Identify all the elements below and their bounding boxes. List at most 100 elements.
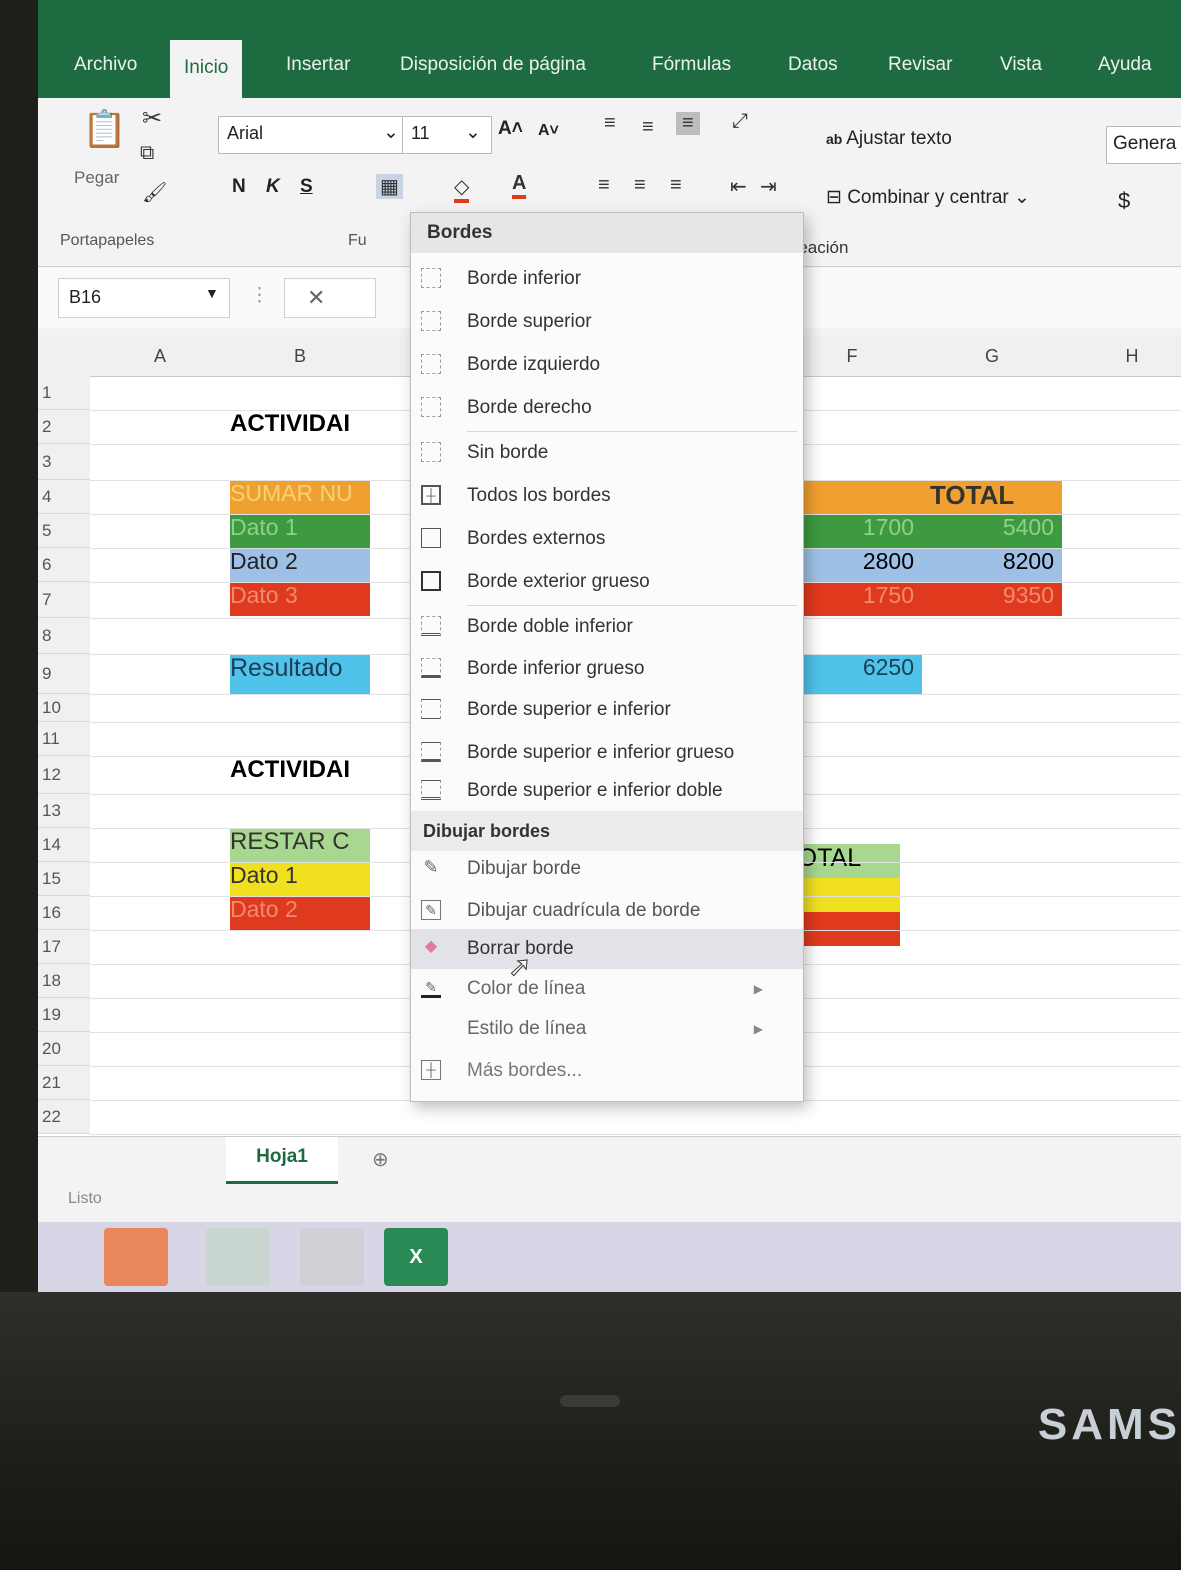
column-header-a[interactable]: A xyxy=(90,336,231,377)
menu-item-borde-superior[interactable]: Borde superior xyxy=(411,302,803,342)
cell-b9[interactable]: Resultado xyxy=(230,654,370,694)
sheet-tab-hoja1[interactable]: Hoja1 xyxy=(226,1137,338,1184)
borders-icon[interactable]: ▦ xyxy=(376,174,403,199)
scissors-icon[interactable]: ✂ xyxy=(142,104,162,133)
browser-taskbar-icon[interactable] xyxy=(104,1228,168,1286)
copy-icon[interactable]: ⧉ xyxy=(140,142,154,165)
align-middle-icon[interactable]: ≡ xyxy=(642,116,654,139)
cell-b6[interactable]: Dato 2 xyxy=(230,548,370,582)
menu-item-sin-borde[interactable]: Sin borde xyxy=(411,433,803,473)
tab-archivo[interactable]: Archivo xyxy=(74,54,137,76)
italic-button[interactable]: K xyxy=(266,176,280,198)
menu-item-color-de-linea[interactable]: ✎ Color de línea ▶ xyxy=(411,969,803,1009)
cell-g4[interactable]: TOTAL xyxy=(922,480,1062,514)
row-header[interactable]: 19 xyxy=(38,998,90,1032)
row-header[interactable]: 4 xyxy=(38,480,90,514)
menu-item-dibujar-borde[interactable]: ✎ Dibujar borde xyxy=(411,849,803,889)
font-size-box[interactable]: 11 ⌄ xyxy=(402,116,492,154)
add-sheet-icon[interactable]: ⊕ xyxy=(372,1147,389,1172)
currency-button[interactable]: $ xyxy=(1118,188,1130,214)
row-header[interactable]: 13 xyxy=(38,794,90,828)
align-top-icon[interactable]: ≡ xyxy=(604,112,616,135)
cell-b15[interactable]: Dato 1 xyxy=(230,862,370,896)
cell-g7[interactable]: 9350 xyxy=(922,582,1062,616)
align-left-icon[interactable]: ≡ xyxy=(598,174,610,197)
tab-revisar[interactable]: Revisar xyxy=(888,54,952,76)
menu-item-borrar-borde[interactable]: ◆ Borrar borde xyxy=(411,929,803,969)
row-header[interactable]: 21 xyxy=(38,1066,90,1100)
grow-font-icon[interactable]: A˄ xyxy=(498,118,523,140)
row-header[interactable]: 9 xyxy=(38,654,90,694)
cell-b12[interactable]: ACTIVIDAI xyxy=(230,756,370,790)
menu-item-borde-superior-inferior-doble[interactable]: Borde superior e inferior doble xyxy=(411,771,803,811)
column-header-h[interactable]: H xyxy=(1062,336,1181,377)
row-header[interactable]: 2 xyxy=(38,410,90,444)
tab-disposicion[interactable]: Disposición de página xyxy=(400,54,586,76)
cell-b16[interactable]: Dato 2 xyxy=(230,896,370,930)
cell-g6[interactable]: 8200 xyxy=(922,548,1062,582)
menu-item-bordes-externos[interactable]: Bordes externos xyxy=(411,519,803,559)
menu-item-borde-superior-inferior-grueso[interactable]: Borde superior e inferior grueso xyxy=(411,733,803,773)
menu-item-todos-los-bordes[interactable]: ┼ Todos los bordes xyxy=(411,476,803,516)
row-header[interactable]: 20 xyxy=(38,1032,90,1066)
cancel-entry-button[interactable]: ✕ xyxy=(284,278,376,318)
menu-item-borde-exterior-grueso[interactable]: Borde exterior grueso xyxy=(411,562,803,602)
format-painter-icon[interactable]: 🖌 xyxy=(142,180,167,205)
wrap-text-button[interactable]: ab Ajustar texto xyxy=(826,128,952,150)
row-header[interactable]: 5 xyxy=(38,514,90,548)
files-taskbar-icon[interactable] xyxy=(206,1228,270,1286)
column-header-g[interactable]: G xyxy=(922,336,1063,377)
row-header[interactable]: 3 xyxy=(38,444,90,480)
increase-indent-icon[interactable]: ⇥ xyxy=(760,174,777,199)
align-bottom-icon[interactable]: ≡ xyxy=(676,112,700,135)
font-color-icon[interactable]: A xyxy=(512,172,527,199)
row-header[interactable]: 10 xyxy=(38,694,90,722)
row-header[interactable]: 12 xyxy=(38,756,90,794)
decrease-indent-icon[interactable]: ⇤ xyxy=(730,174,747,199)
cell-g5[interactable]: 5400 xyxy=(922,514,1062,548)
menu-item-borde-superior-inferior[interactable]: Borde superior e inferior xyxy=(411,690,803,730)
row-header[interactable]: 11 xyxy=(38,722,90,756)
tab-inicio[interactable]: Inicio xyxy=(170,40,243,98)
align-right-icon[interactable]: ≡ xyxy=(670,174,682,197)
menu-item-borde-derecho[interactable]: Borde derecho xyxy=(411,388,803,428)
menu-item-borde-inferior-grueso[interactable]: Borde inferior grueso xyxy=(411,649,803,689)
orientation-icon[interactable]: ⤢ xyxy=(732,110,748,133)
column-header-b[interactable]: B xyxy=(230,336,371,377)
paste-label[interactable]: Pegar xyxy=(74,168,119,188)
cell-b5[interactable]: Dato 1 xyxy=(230,514,370,548)
tab-ayuda[interactable]: Ayuda xyxy=(1098,54,1152,76)
number-format-box[interactable]: Genera xyxy=(1106,126,1181,164)
merge-center-button[interactable]: ⊟ Combinar y centrar ⌄ xyxy=(826,186,1030,209)
tab-datos[interactable]: Datos xyxy=(788,54,838,76)
menu-item-borde-doble-inferior[interactable]: Borde doble inferior xyxy=(411,607,803,647)
tab-vista[interactable]: Vista xyxy=(1000,54,1042,76)
shrink-font-icon[interactable]: A˅ xyxy=(538,122,559,140)
row-header[interactable]: 8 xyxy=(38,618,90,654)
row-header[interactable]: 1 xyxy=(38,376,90,410)
row-header[interactable]: 16 xyxy=(38,896,90,930)
cell-b14[interactable]: RESTAR C xyxy=(230,828,370,862)
bold-button[interactable]: N xyxy=(232,176,246,198)
menu-item-mas-bordes[interactable]: ┼ Más bordes... xyxy=(411,1051,803,1091)
underline-button[interactable]: S xyxy=(300,176,313,198)
cell-b4[interactable]: SUMAR NU xyxy=(230,480,370,514)
row-header[interactable]: 18 xyxy=(38,964,90,998)
row-header[interactable]: 6 xyxy=(38,548,90,582)
row-header[interactable]: 14 xyxy=(38,828,90,862)
menu-item-dibujar-cuadricula[interactable]: ✎ Dibujar cuadrícula de borde xyxy=(411,891,803,931)
tab-formulas[interactable]: Fórmulas xyxy=(652,54,731,76)
excel-taskbar-icon[interactable]: X xyxy=(384,1228,448,1286)
menu-item-borde-inferior[interactable]: Borde inferior xyxy=(411,259,803,299)
cell-b7[interactable]: Dato 3 xyxy=(230,582,370,616)
tab-insertar[interactable]: Insertar xyxy=(286,54,350,76)
fill-color-icon[interactable]: ◇ xyxy=(454,174,470,203)
row-header[interactable]: 17 xyxy=(38,930,90,964)
cell-b2[interactable]: ACTIVIDAI xyxy=(230,410,370,444)
align-center-icon[interactable]: ≡ xyxy=(634,174,646,197)
clipboard-icon[interactable]: 📋 xyxy=(82,108,127,150)
menu-item-borde-izquierdo[interactable]: Borde izquierdo xyxy=(411,345,803,385)
font-name-box[interactable]: Arial ⌄ xyxy=(218,116,410,154)
select-all-corner[interactable] xyxy=(38,336,91,377)
name-box[interactable]: B16 ▼ xyxy=(58,278,230,318)
